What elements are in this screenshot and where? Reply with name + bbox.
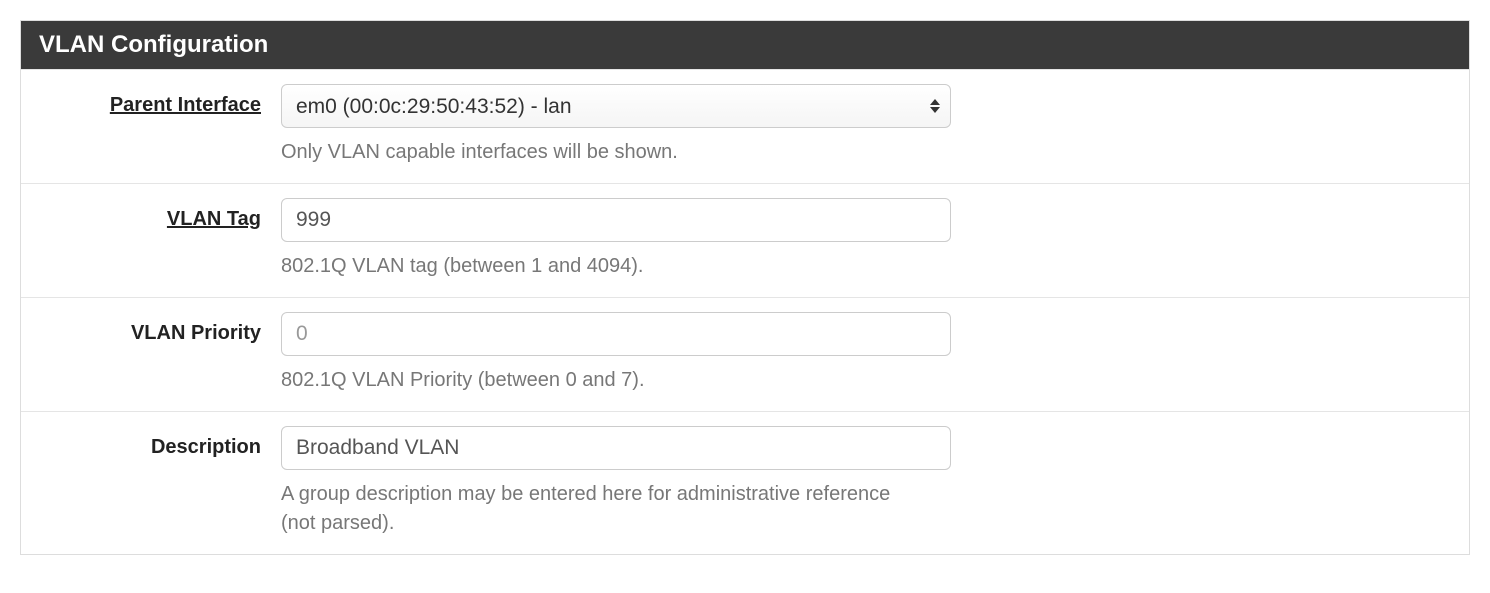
parent-interface-select[interactable]: em0 (00:0c:29:50:43:52) - lan [282, 85, 950, 127]
help-parent-interface: Only VLAN capable interfaces will be sho… [281, 138, 921, 167]
help-description: A group description may be entered here … [281, 480, 921, 538]
vlan-tag-input[interactable] [281, 198, 951, 242]
row-parent-interface: Parent Interface em0 (00:0c:29:50:43:52)… [21, 69, 1469, 183]
vlan-priority-input[interactable] [281, 312, 951, 356]
row-vlan-priority: VLAN Priority 802.1Q VLAN Priority (betw… [21, 297, 1469, 411]
row-vlan-tag: VLAN Tag 802.1Q VLAN tag (between 1 and … [21, 183, 1469, 297]
help-vlan-priority: 802.1Q VLAN Priority (between 0 and 7). [281, 366, 921, 395]
description-input[interactable] [281, 426, 951, 470]
parent-interface-select-wrap[interactable]: em0 (00:0c:29:50:43:52) - lan [281, 84, 951, 128]
label-parent-interface: Parent Interface [110, 94, 261, 116]
vlan-config-panel: VLAN Configuration Parent Interface em0 … [20, 20, 1470, 555]
row-description: Description A group description may be e… [21, 411, 1469, 554]
label-vlan-priority: VLAN Priority [131, 322, 261, 344]
panel-title: VLAN Configuration [21, 21, 1469, 69]
label-description: Description [151, 436, 261, 458]
label-vlan-tag: VLAN Tag [167, 208, 261, 230]
help-vlan-tag: 802.1Q VLAN tag (between 1 and 4094). [281, 252, 921, 281]
